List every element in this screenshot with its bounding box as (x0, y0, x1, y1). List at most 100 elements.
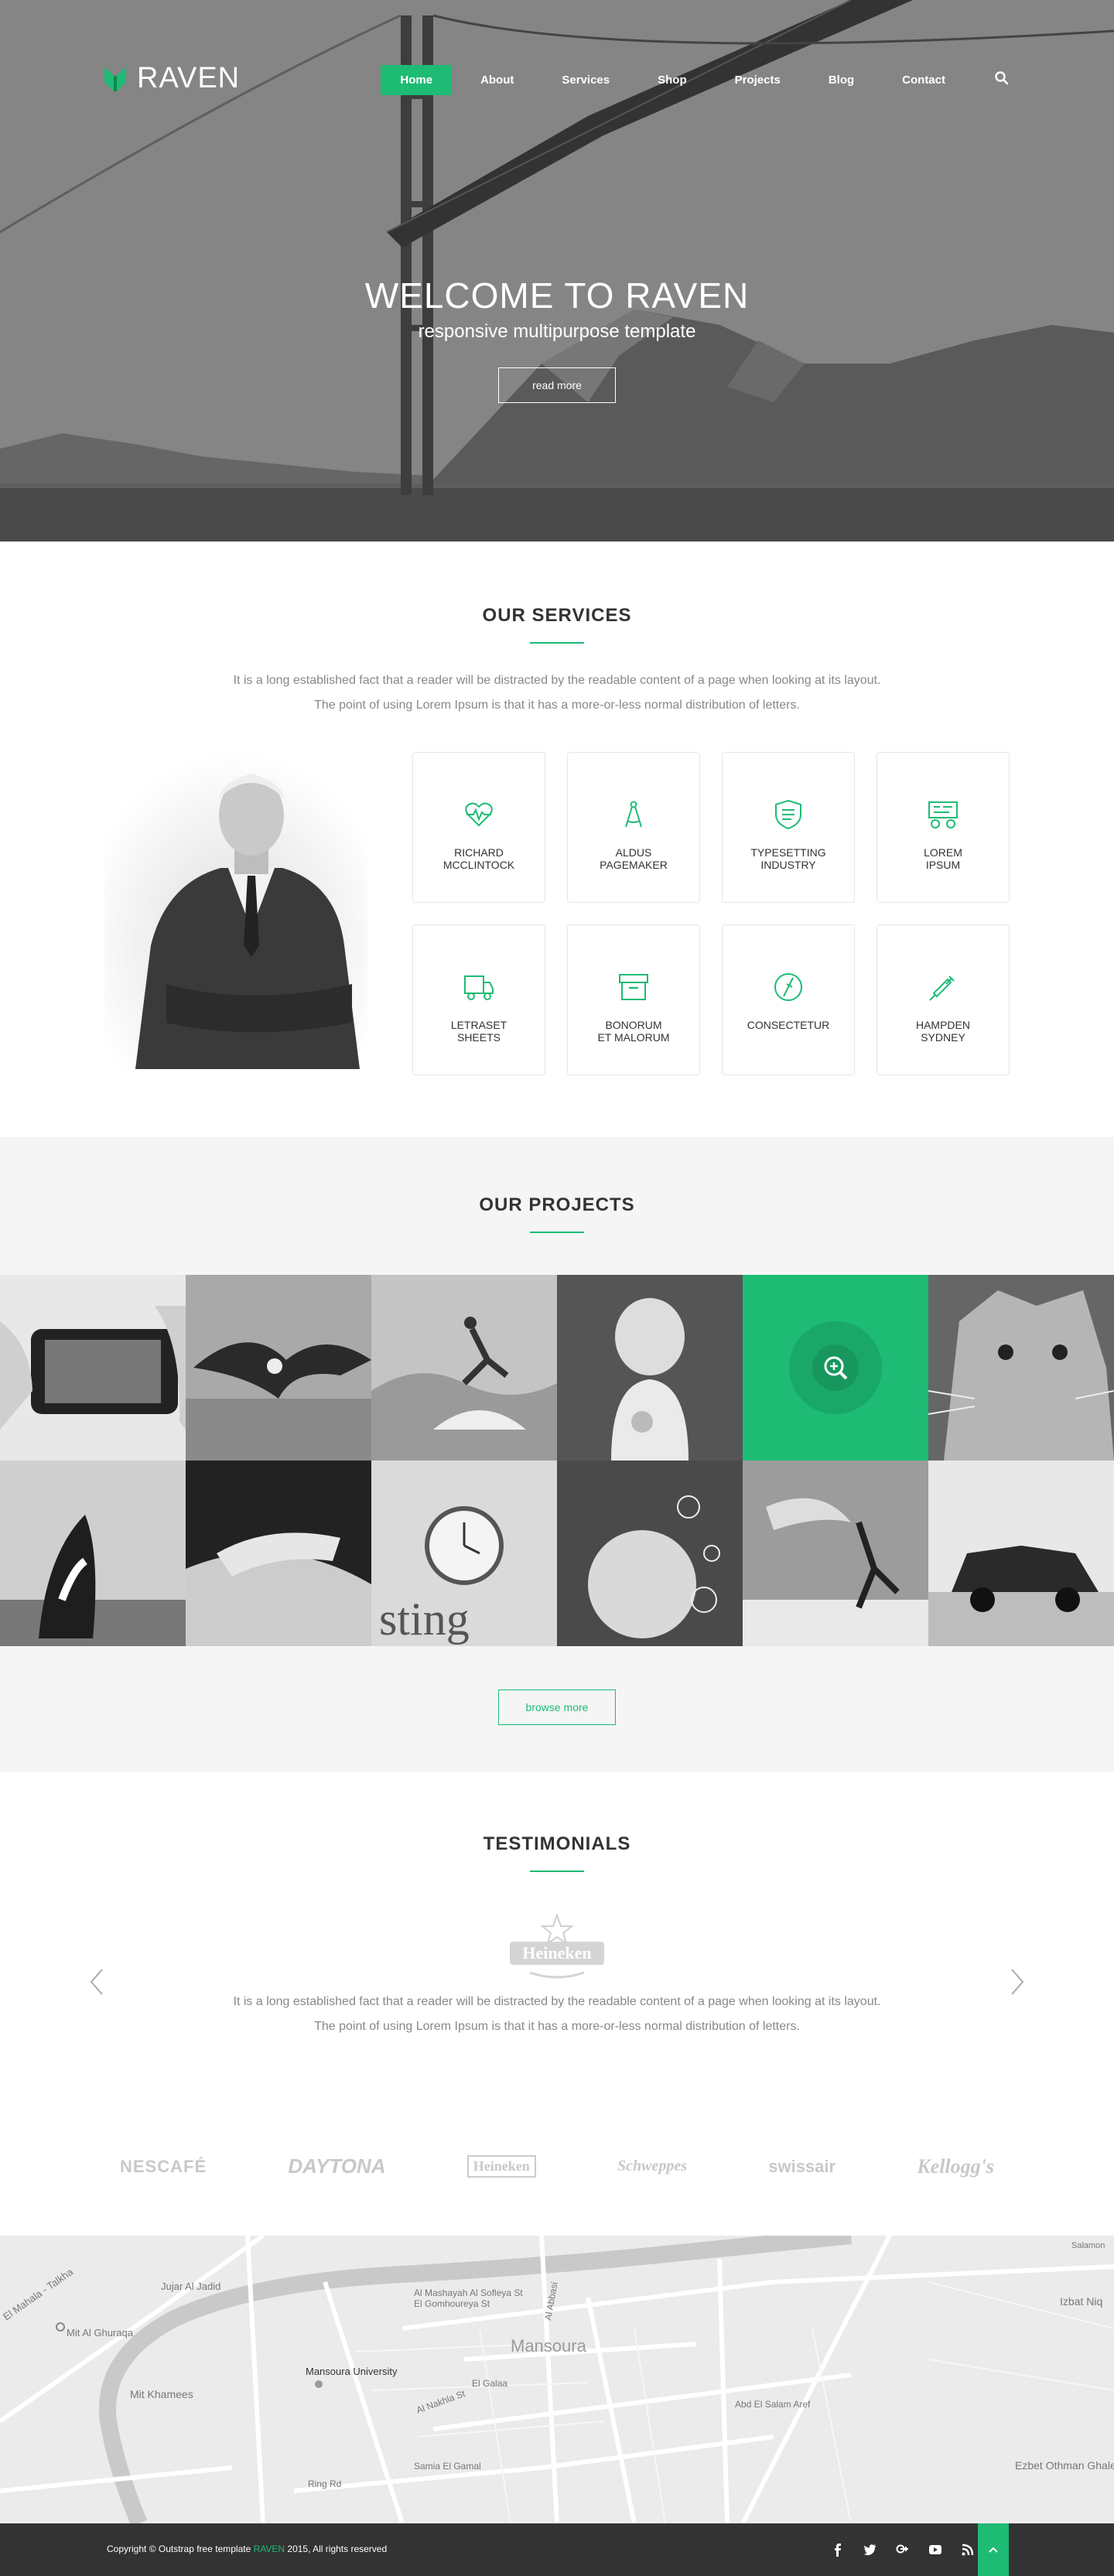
project-tile-camera-hover[interactable] (743, 1275, 928, 1461)
nav-projects[interactable]: Projects (716, 65, 800, 95)
copyright-brand-link[interactable]: RAVEN (254, 2544, 285, 2554)
service-card[interactable]: TYPESETTING INDUSTRY (722, 752, 855, 903)
hero-subtitle: responsive multipurpose template (418, 321, 696, 342)
hero-section: RAVEN Home About Services Shop Projects … (0, 0, 1114, 542)
map-label: Al Mashayah Al Sofleya St (414, 2287, 523, 2298)
chevron-up-icon (989, 2547, 998, 2553)
services-desc-line-1: It is a long established fact that a rea… (233, 674, 881, 687)
copyright-text: Copyright © Outstrap free template RAVEN… (107, 2544, 387, 2554)
brand-logo-schweppes: Schweppes (617, 2157, 687, 2175)
brand-logo-nescafe: NESCAFÉ (120, 2156, 207, 2176)
archive-icon (619, 974, 648, 1000)
truck-icon (464, 975, 494, 1000)
logo[interactable]: RAVEN (104, 62, 240, 95)
testimonial-quote-line-1: It is a long established fact that a rea… (233, 1995, 881, 2008)
project-grid: sting (0, 1275, 1114, 1646)
nav-services[interactable]: Services (542, 65, 629, 95)
map-canvas: El Mahala - Talkha Jujar Al Jadid Mit Al… (0, 2236, 1114, 2523)
map-label: Salamon (1071, 2241, 1105, 2250)
twitter-icon[interactable] (863, 2543, 877, 2557)
map-label: Abd El Salam Aref (735, 2399, 811, 2410)
project-tile-pocket-watch[interactable]: sting (371, 1461, 557, 1646)
svg-text:sting: sting (379, 1594, 470, 1645)
map-label: Jujar Al Jadid (161, 2280, 220, 2292)
footer: Copyright © Outstrap free template RAVEN… (0, 2523, 1114, 2576)
chevron-left-icon[interactable] (85, 1966, 108, 1997)
google-plus-icon[interactable] (896, 2543, 910, 2557)
map-label: Ezbet Othman Ghaleb (1015, 2459, 1114, 2472)
service-card[interactable]: HAMPDEN SYDNEY (877, 924, 1010, 1075)
navbar: RAVEN Home About Services Shop Projects … (0, 54, 1114, 105)
map-label: El Gomhoureya St (414, 2298, 490, 2309)
nav-shop[interactable]: Shop (638, 65, 706, 95)
service-card[interactable]: CONSECTETUR (722, 924, 855, 1075)
project-tile-hands[interactable] (186, 1461, 371, 1646)
service-card[interactable]: BONORUM ET MALORUM (567, 924, 700, 1075)
read-more-button[interactable]: read more (498, 367, 616, 403)
scroll-to-top-button[interactable] (978, 2523, 1009, 2576)
service-card[interactable]: LETRASET SHEETS (412, 924, 545, 1075)
service-card-label: CONSECTETUR (747, 1019, 830, 1031)
brand-logo-swissair: swissair (768, 2156, 836, 2176)
services-description: It is a long established fact that a rea… (104, 668, 1010, 718)
map-label: Mit Khamees (130, 2388, 193, 2400)
nav-home[interactable]: Home (381, 65, 453, 95)
copyright-suffix: 2015, All rights reserved (287, 2544, 388, 2554)
map-label: Samia El Gamal (414, 2461, 481, 2472)
hero-title: WELCOME TO RAVEN (364, 275, 750, 316)
projects-title: OUR PROJECTS (479, 1194, 635, 1215)
service-card-label: TYPESETTING INDUSTRY (750, 846, 826, 871)
service-card-label: BONORUM ET MALORUM (597, 1019, 670, 1044)
heineken-logo: Heineken (510, 1913, 604, 1979)
heineken-logo-text: Heineken (522, 1943, 591, 1963)
project-tile-cat[interactable] (928, 1275, 1114, 1461)
nav-blog[interactable]: Blog (809, 65, 873, 95)
main-nav: Home About Services Shop Projects Blog C… (371, 65, 1010, 95)
search-icon[interactable] (994, 70, 1010, 86)
syringe-icon (929, 975, 955, 1001)
social-links (812, 2523, 975, 2576)
testimonials-section: TESTIMONIALS Heineken It is a long estab… (0, 1771, 1114, 2236)
projects-section: OUR PROJECTS sting browse more (0, 1137, 1114, 1771)
project-tile-dancer[interactable] (743, 1461, 928, 1646)
location-map[interactable]: El Mahala - Talkha Jujar Al Jadid Mit Al… (0, 2236, 1114, 2523)
brand-logo-daytona: DAYTONA (288, 2154, 386, 2178)
services-section: OUR SERVICES It is a long established fa… (0, 542, 1114, 1137)
heartbeat-icon (465, 802, 493, 827)
chevron-right-icon[interactable] (1006, 1966, 1029, 1997)
nav-contact[interactable]: Contact (883, 65, 965, 95)
project-tile-vintage-car[interactable] (928, 1461, 1114, 1646)
copyright-prefix: Copyright © Outstrap free template (107, 2544, 251, 2554)
project-tile-phone-photo[interactable] (0, 1275, 186, 1461)
service-card[interactable]: RICHARD MCCLINTOCK (412, 752, 545, 903)
facebook-icon[interactable] (831, 2543, 845, 2557)
project-tile-orca[interactable] (0, 1461, 186, 1646)
youtube-icon[interactable] (928, 2543, 942, 2557)
map-label: Mansoura University (306, 2366, 398, 2377)
client-logos: NESCAFÉ DAYTONA Heineken Schweppes swiss… (0, 2154, 1114, 2178)
project-tile-dog-bubbles[interactable] (557, 1461, 743, 1646)
raven-logo-icon (104, 66, 126, 91)
pencil-circle-icon (774, 973, 802, 1001)
service-card[interactable]: LOREM IPSUM (877, 752, 1010, 903)
project-tile-surfer[interactable] (371, 1275, 557, 1461)
hero-text: WELCOME TO RAVEN responsive multipurpose… (0, 275, 1114, 403)
compass-icon (625, 801, 642, 828)
service-cards: RICHARD MCCLINTOCK ALDUS PAGEMAKER TYPES… (412, 752, 1010, 1075)
nav-about[interactable]: About (461, 65, 533, 95)
browse-more-button[interactable]: browse more (498, 1689, 616, 1725)
project-tile-girl-flowers[interactable] (557, 1275, 743, 1461)
rss-icon[interactable] (961, 2543, 975, 2557)
map-marker-icon (315, 2380, 323, 2388)
service-card[interactable]: ALDUS PAGEMAKER (567, 752, 700, 903)
service-card-label: HAMPDEN SYDNEY (915, 1019, 970, 1044)
brand-logo-heineken: Heineken (466, 2155, 536, 2178)
project-tile-eagle[interactable] (186, 1275, 371, 1461)
brand-logo-kelloggs: Kellogg's (917, 2154, 994, 2178)
services-title-underline (530, 642, 584, 644)
businessman-photo (104, 752, 367, 1069)
map-label: Ring Rd (308, 2479, 341, 2489)
service-card-label: ALDUS PAGEMAKER (600, 846, 668, 871)
map-label: Izbat Niq (1060, 2295, 1102, 2308)
shield-document-icon (775, 799, 801, 830)
